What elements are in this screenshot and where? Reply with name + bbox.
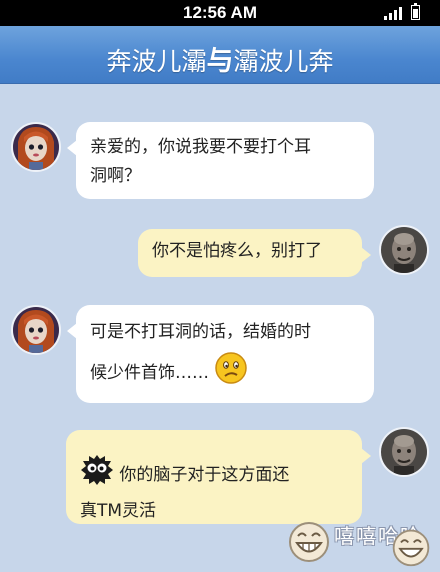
message-text: 可是不打耳洞的话，结婚的时 <box>90 322 311 342</box>
avatar-benboerba[interactable] <box>11 305 61 355</box>
chat-title-left: 奔波儿灞 <box>106 47 207 76</box>
message-bubble[interactable]: 你的脑子对于这方面还 真TM灵活 <box>66 430 371 524</box>
message-text: 你的脑子对于这方面还 <box>119 465 290 485</box>
message-bubble[interactable]: 可是不打耳洞的话，结婚的时 候少件首饰…… <box>67 305 374 403</box>
message-text: 你不是怕疼么，别打了 <box>152 241 322 261</box>
black-soot-emoji <box>80 453 114 497</box>
bubble-tail <box>361 448 371 464</box>
message-text: 候少件首饰…… <box>90 363 209 383</box>
message-text: 洞啊？ <box>90 166 141 186</box>
laughing-face-logo-icon <box>286 518 332 568</box>
status-bar: 12:56 AM <box>0 0 440 26</box>
avatar-baboerben[interactable] <box>379 225 429 275</box>
chat-title-right: 灞波儿奔 <box>233 47 334 76</box>
chat-title: 奔波儿灞与灞波儿奔 <box>0 39 440 78</box>
laughing-face-logo-icon <box>390 526 432 572</box>
bubble-tail <box>67 140 77 156</box>
bubble-tail <box>67 323 77 339</box>
bubble-tail <box>361 247 371 263</box>
message-text: 亲爱的，你说我要不要打个耳 <box>90 137 311 157</box>
chat-title-separator: 与 <box>206 46 234 77</box>
battery-icon <box>411 3 420 20</box>
signal-icon <box>384 7 406 20</box>
confused-face-emoji <box>214 351 248 395</box>
avatar-baboerben[interactable] <box>379 427 429 477</box>
message-bubble[interactable]: 亲爱的，你说我要不要打个耳 洞啊？ <box>67 122 374 199</box>
status-time: 12:56 AM <box>182 3 257 22</box>
chat-header: 奔波儿灞与灞波儿奔 <box>0 26 440 84</box>
message-bubble[interactable]: 你不是怕疼么，别打了 <box>138 229 371 277</box>
watermark: 嘻嘻哈哈 <box>286 518 440 567</box>
avatar-benboerba[interactable] <box>11 122 61 172</box>
